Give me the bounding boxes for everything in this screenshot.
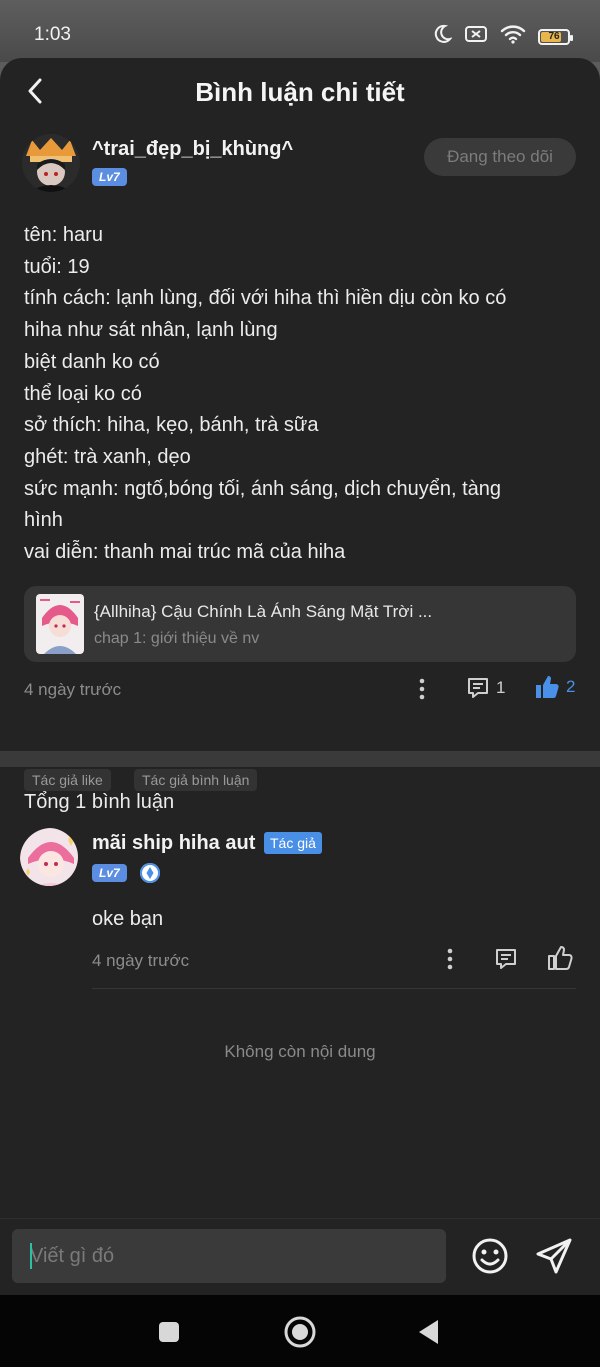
back-nav-button[interactable]: [412, 1315, 446, 1349]
comment-like-button[interactable]: [547, 945, 573, 971]
like-count: 2: [566, 677, 576, 696]
page-title: Bình luận chi tiết: [195, 77, 405, 107]
post-line: thể loại ko có: [24, 382, 142, 405]
commenter-level-badge: Lv7: [92, 864, 127, 882]
comment-icon: [468, 678, 488, 698]
post-line: ghét: trà xanh, dẹo: [24, 445, 191, 468]
story-title: {Allhiha} Cậu Chính Là Ánh Sáng Mặt Trời…: [94, 602, 433, 621]
verified-icon: [140, 863, 160, 883]
post-time: 4 ngày trước: [24, 680, 122, 699]
comment-composer: [0, 1218, 600, 1295]
triangle-back-icon: [419, 1320, 438, 1344]
comment-text: oke bạn: [92, 908, 164, 930]
header: Bình luận chi tiết: [0, 58, 600, 124]
post-body: tên: haru tuổi: 19 tính cách: lạnh lùng,…: [24, 220, 564, 569]
tag-author-commented: Tác giả bình luận: [134, 769, 258, 791]
level-badge: Lv7: [92, 168, 127, 186]
comment-icon: [496, 949, 516, 969]
emoji-icon: [472, 1238, 508, 1274]
text-caret: [30, 1243, 32, 1269]
sim-off-icon: [464, 24, 488, 49]
follow-button[interactable]: Đang theo dõi: [424, 138, 576, 176]
comment-reply-button[interactable]: [494, 947, 518, 971]
author-tag-badge: Tác giả: [264, 832, 322, 854]
home-button[interactable]: [283, 1315, 317, 1349]
comment-count: 1: [496, 678, 506, 697]
status-icons: 76: [432, 24, 573, 49]
post-line: sức mạnh: ngtố,bóng tối, ánh sáng, dịch …: [24, 477, 502, 500]
post-line: tính cách: lạnh lùng, đối với hiha thì h…: [24, 287, 507, 310]
post-author-name[interactable]: ^trai_đẹp_bị_khùng^: [92, 138, 293, 161]
send-button[interactable]: [534, 1236, 574, 1276]
section-divider: [0, 751, 600, 767]
system-nav-bar: [0, 1295, 600, 1367]
post-line: biệt danh ko có: [24, 350, 160, 373]
status-bar: 1:03 76: [0, 0, 600, 62]
square-icon: [159, 1322, 179, 1342]
status-time: 1:03: [34, 24, 71, 45]
tag-author-liked: Tác giả like: [24, 769, 111, 791]
comment-separator: [92, 988, 576, 989]
post-comment-button[interactable]: 1: [466, 676, 505, 700]
story-card[interactable]: {Allhiha} Cậu Chính Là Ánh Sáng Mặt Trời…: [24, 586, 576, 662]
post-line: hình: [24, 509, 63, 532]
thumbs-up-filled-icon: [536, 676, 559, 698]
more-vertical-icon: [419, 678, 425, 700]
comment-time: 4 ngày trước: [92, 951, 190, 970]
wifi-icon: [500, 24, 526, 49]
moon-icon: [432, 24, 453, 49]
post-line: tuổi: 19: [24, 255, 90, 278]
comment-more-button[interactable]: [440, 946, 460, 972]
commenter-name[interactable]: mãi ship hiha aut: [92, 832, 255, 855]
battery-icon: 76: [538, 28, 573, 45]
recents-button[interactable]: [152, 1315, 186, 1349]
post-author-avatar[interactable]: [22, 134, 80, 192]
thumbs-up-icon: [548, 946, 573, 970]
comment-input[interactable]: [12, 1229, 446, 1283]
send-icon: [536, 1238, 572, 1274]
post-line: vai diễn: thanh mai trúc mã của hiha: [24, 541, 346, 564]
post-like-button[interactable]: 2: [534, 674, 575, 700]
battery-level: 76: [548, 31, 560, 42]
comments-total: Tổng 1 bình luận: [24, 791, 175, 813]
post-more-button[interactable]: [412, 676, 432, 702]
post-line: sở thích: hiha, kẹo, bánh, trà sữa: [24, 414, 319, 437]
more-vertical-icon: [447, 948, 453, 970]
post-line: tên: haru: [24, 224, 103, 246]
end-of-content-label: Không còn nội dung: [224, 1042, 376, 1061]
story-chapter: chap 1: giới thiệu về nv: [94, 630, 260, 647]
home-circle-icon: [284, 1316, 316, 1348]
commenter-avatar[interactable]: [20, 828, 78, 886]
story-cover: [36, 594, 84, 654]
comment-detail-sheet: Bình luận chi tiết ^trai_đẹp_bị_khùng^ L…: [0, 58, 600, 1295]
emoji-button[interactable]: [470, 1236, 510, 1276]
post-line: hiha như sát nhân, lạnh lùng: [24, 319, 278, 342]
